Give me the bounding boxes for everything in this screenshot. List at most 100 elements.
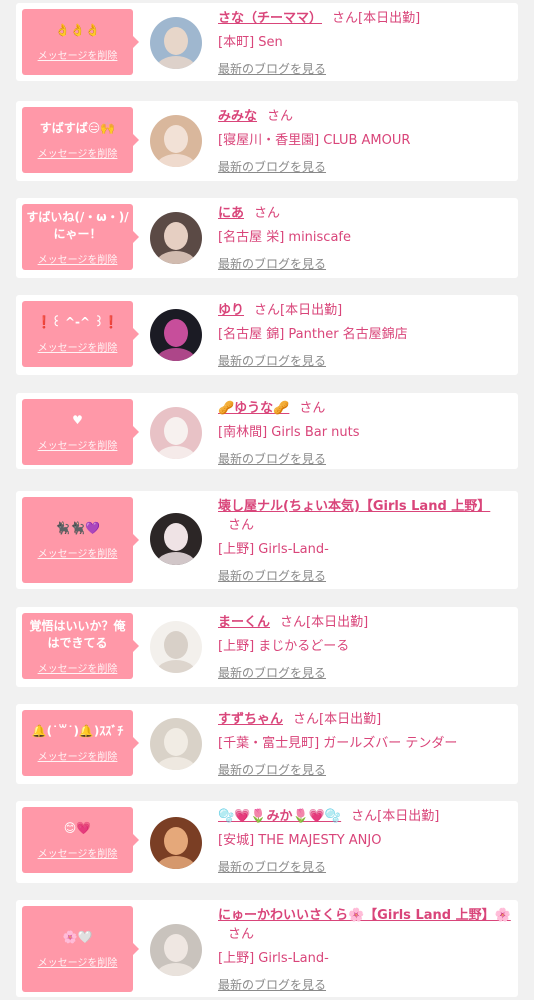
cast-info: にゅーかわいいさくら🌸【Girls Land 上野】🌸 さん [上野] Girls-… [218, 906, 512, 993]
cast-info: にあ さん [名古屋 栄] miniscafe 最新のブログを見る [218, 204, 512, 272]
delete-message-link[interactable]: メッセージを削除 [38, 145, 118, 160]
name-line: にゅーかわいいさくら🌸【Girls Land 上野】🌸 さん [218, 906, 512, 944]
latest-blog-link[interactable]: 最新のブログを見る [218, 858, 326, 875]
message-bubble: 🌸🤍 メッセージを削除 [22, 906, 139, 992]
shop-name: [本町] Sen [218, 35, 283, 50]
message-card: すばすば😑🙌 メッセージを削除 みみな さん [寝屋川・香里園] CLUB AMOUR 最… [16, 101, 518, 181]
delete-message-link[interactable]: メッセージを削除 [38, 251, 118, 266]
name-line: 🥜ゆうな🥜 さん [218, 399, 512, 418]
message-card: 👌👌👌 メッセージを削除 さな（チーママ） さん[本日出勤] [本町] Sen 最新のブロ… [16, 3, 518, 81]
latest-blog-link[interactable]: 最新のブログを見る [218, 567, 326, 584]
cast-info: ゆり さん[本日出勤] [名古屋 錦] Panther 名古屋錦店 最新のブログを見る [218, 301, 512, 369]
avatar[interactable] [150, 817, 202, 869]
message-bubble: ❗️꒰ ^-^ ꒱❗️ メッセージを削除 [22, 301, 139, 367]
name-line: すずちゃん さん[本日出勤] [218, 710, 512, 729]
delete-message-link[interactable]: メッセージを削除 [38, 845, 118, 860]
latest-blog-link[interactable]: 最新のブログを見る [218, 664, 326, 681]
delete-message-link[interactable]: メッセージを削除 [38, 47, 118, 62]
avatar[interactable] [150, 17, 202, 69]
shop-name: [上野] Girls-Land- [218, 951, 329, 966]
name-line: にあ さん [218, 204, 512, 223]
message-text: 🐈‍⬛🐈‍⬛💜 [55, 521, 100, 535]
avatar[interactable] [150, 407, 202, 459]
delete-message-link[interactable]: メッセージを削除 [38, 748, 118, 763]
avatar[interactable] [150, 621, 202, 673]
shop-name: [名古屋 栄] miniscafe [218, 230, 351, 245]
name-line: 🫧💗🌷みか🌷💗🫧 さん[本日出勤] [218, 807, 512, 826]
cast-name-link[interactable]: 壊し屋ナル(ちょい本気)【Girls Land 上野】 [218, 499, 490, 514]
latest-blog-link[interactable]: 最新のブログを見る [218, 761, 326, 778]
honorific: さん [254, 206, 281, 221]
latest-blog-link[interactable]: 最新のブログを見る [218, 450, 326, 467]
shop-name: [寝屋川・香里園] CLUB AMOUR [218, 133, 411, 148]
message-card: 🔔(˙꒳˙)🔔)ｽｽﾞﾁ メッセージを削除 すずちゃん さん[本日出勤] [千葉・富士見… [16, 704, 518, 784]
message-text: すばすば😑🙌 [39, 121, 116, 135]
status-badge: [本日出勤] [377, 809, 440, 824]
latest-blog-link[interactable]: 最新のブログを見る [218, 60, 326, 77]
message-text: 🔔(˙꒳˙)🔔)ｽｽﾞﾁ [31, 724, 124, 738]
message-bubble: すばすば😑🙌 メッセージを削除 [22, 107, 139, 173]
name-line: みみな さん [218, 107, 512, 126]
honorific: さん [254, 303, 281, 318]
honorific: さん [267, 109, 294, 124]
message-card: ❗️꒰ ^-^ ꒱❗️ メッセージを削除 ゆり さん[本日出勤] [名古屋 錦] Pan… [16, 295, 518, 375]
message-bubble: 🐈‍⬛🐈‍⬛💜 メッセージを削除 [22, 497, 139, 583]
message-bubble: すばいね(/・ω・)/にゃー！ メッセージを削除 [22, 204, 139, 270]
avatar[interactable] [150, 924, 202, 976]
cast-name-link[interactable]: まーくん [218, 615, 270, 630]
cast-info: みみな さん [寝屋川・香里園] CLUB AMOUR 最新のブログを見る [218, 107, 512, 175]
avatar[interactable] [150, 309, 202, 361]
avatar[interactable] [150, 513, 202, 565]
shop-name: [名古屋 錦] Panther 名古屋錦店 [218, 327, 408, 342]
delete-message-link[interactable]: メッセージを削除 [38, 545, 118, 560]
message-bubble: 😊💗 メッセージを削除 [22, 807, 139, 873]
latest-blog-link[interactable]: 最新のブログを見る [218, 976, 326, 993]
message-text: 覚悟はいいか？俺はできてる [29, 618, 126, 650]
message-text: ♥ [72, 413, 83, 427]
message-text: 👌👌👌 [55, 23, 100, 37]
honorific: さん [228, 927, 255, 942]
cast-name-link[interactable]: 🥜ゆうな🥜 [218, 401, 289, 416]
cast-info: すずちゃん さん[本日出勤] [千葉・富士見町] ガールズバー テンダー 最新のブログ… [218, 710, 512, 778]
message-bubble: 🔔(˙꒳˙)🔔)ｽｽﾞﾁ メッセージを削除 [22, 710, 139, 776]
cast-name-link[interactable]: 🫧💗🌷みか🌷💗🫧 [218, 809, 341, 824]
cast-name-link[interactable]: みみな [218, 109, 257, 124]
honorific: さん [293, 712, 320, 727]
cast-info: さな（チーママ） さん[本日出勤] [本町] Sen 最新のブログを見る [218, 9, 512, 77]
latest-blog-link[interactable]: 最新のブログを見る [218, 352, 326, 369]
name-line: 壊し屋ナル(ちょい本気)【Girls Land 上野】さん [218, 497, 512, 535]
cast-name-link[interactable]: さな（チーママ） [218, 11, 322, 26]
shop-name: [上野] Girls-Land- [218, 542, 329, 557]
name-line: さな（チーママ） さん[本日出勤] [218, 9, 512, 28]
delete-message-link[interactable]: メッセージを削除 [38, 660, 118, 675]
honorific: さん [351, 809, 378, 824]
message-text: 😊💗 [63, 821, 92, 835]
honorific: さん [280, 615, 307, 630]
delete-message-link[interactable]: メッセージを削除 [38, 437, 118, 452]
avatar[interactable] [150, 212, 202, 264]
message-bubble: 👌👌👌 メッセージを削除 [22, 9, 139, 75]
message-card: 😊💗 メッセージを削除 🫧💗🌷みか🌷💗🫧 さん[本日出勤] [安城] THE MAJES… [16, 801, 518, 883]
message-card: 覚悟はいいか？俺はできてるメッセージを削除 まーくん さん[本日出勤] [上野] まじ… [16, 607, 518, 687]
cast-name-link[interactable]: すずちゃん [218, 712, 283, 727]
delete-message-link[interactable]: メッセージを削除 [38, 954, 118, 969]
message-text: 🌸🤍 [62, 930, 93, 944]
name-line: まーくん さん[本日出勤] [218, 613, 512, 632]
delete-message-link[interactable]: メッセージを削除 [38, 339, 118, 354]
avatar[interactable] [150, 115, 202, 167]
message-card: 🐈‍⬛🐈‍⬛💜 メッセージを削除 壊し屋ナル(ちょい本気)【Girls Land 上… [16, 491, 518, 589]
cast-name-link[interactable]: にゅーかわいいさくら🌸【Girls Land 上野】🌸 [218, 908, 511, 923]
latest-blog-link[interactable]: 最新のブログを見る [218, 158, 326, 175]
cast-name-link[interactable]: にあ [218, 206, 244, 221]
avatar[interactable] [150, 718, 202, 770]
shop-name: [千葉・富士見町] ガールズバー テンダー [218, 736, 458, 751]
message-card: 🌸🤍 メッセージを削除 にゅーかわいいさくら🌸【Girls Land 上野】🌸 さん [… [16, 900, 518, 997]
latest-blog-link[interactable]: 最新のブログを見る [218, 255, 326, 272]
honorific: さん [228, 518, 255, 533]
honorific: さん [299, 401, 326, 416]
status-badge: [本日出勤] [280, 303, 343, 318]
cast-info: まーくん さん[本日出勤] [上野] まじかるどーる 最新のブログを見る [218, 613, 512, 681]
cast-name-link[interactable]: ゆり [218, 303, 244, 318]
cast-info: 🥜ゆうな🥜 さん [南林間] Girls Bar nuts 最新のブログを見る [218, 399, 512, 467]
message-bubble: ♥ メッセージを削除 [22, 399, 139, 465]
